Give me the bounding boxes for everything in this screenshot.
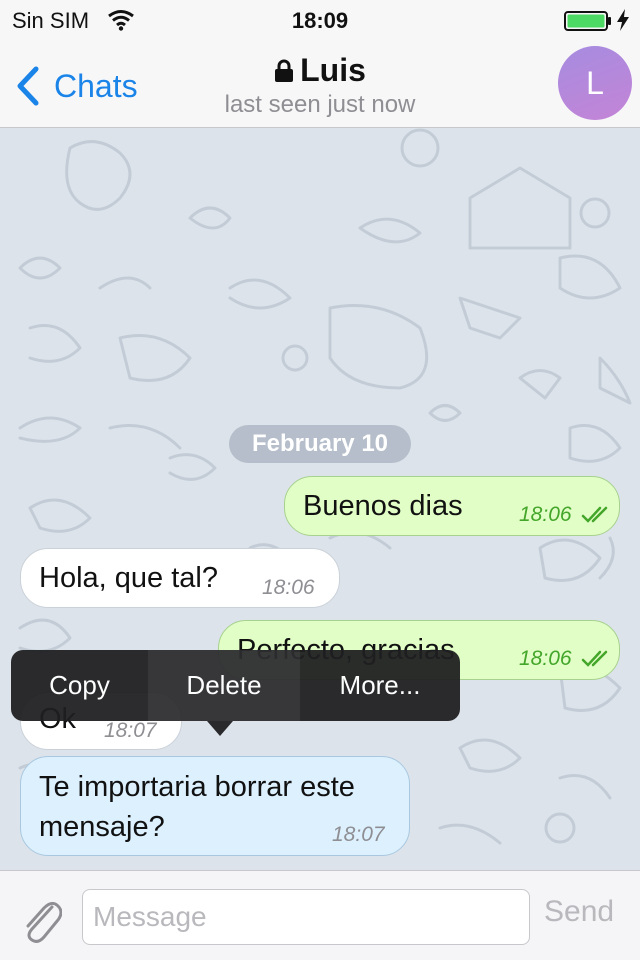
chat-area[interactable]: February 10 Buenos dias 18:06 Hola, que … [0, 128, 640, 870]
back-button[interactable]: Chats [14, 64, 138, 108]
context-menu-delete[interactable]: Delete [148, 650, 300, 721]
lock-icon [275, 59, 294, 82]
nav-bar: Chats Luis last seen just now L [0, 40, 640, 128]
contact-name: Luis [300, 52, 366, 88]
message-time: 18:06 [519, 647, 572, 670]
status-bar: Sin SIM 18:09 [0, 0, 640, 40]
send-button[interactable]: Send [544, 895, 614, 929]
message-text: Buenos dias [303, 490, 463, 522]
context-menu-copy[interactable]: Copy [11, 650, 148, 721]
status-time: 18:09 [291, 8, 349, 33]
chevron-left-icon [17, 66, 39, 106]
message-time: 18:06 [519, 503, 572, 526]
chat-title: Luis [274, 52, 366, 89]
message-time: 18:06 [262, 576, 315, 599]
paperclip-icon[interactable] [18, 893, 62, 943]
message-input[interactable] [82, 889, 530, 945]
charging-bolt-icon [617, 9, 629, 31]
date-separator: February 10 [229, 425, 411, 463]
double-check-icon [581, 650, 608, 667]
message-bubble-outgoing[interactable]: Buenos dias 18:06 [284, 476, 620, 536]
back-button-label: Chats [54, 67, 138, 104]
context-menu-pointer [207, 721, 233, 736]
battery-icon [564, 11, 611, 31]
context-menu-more[interactable]: More... [300, 650, 460, 721]
date-separator-label: February 10 [251, 430, 389, 457]
chat-header[interactable]: Luis last seen just now [170, 52, 470, 119]
message-time: 18:07 [332, 823, 385, 846]
avatar-letter: L [586, 64, 604, 101]
avatar[interactable]: L [558, 46, 632, 120]
double-check-icon [581, 506, 608, 523]
last-seen-status: last seen just now [224, 91, 416, 118]
message-bubble-incoming[interactable]: Hola, que tal? 18:06 [20, 548, 340, 608]
message-time: 18:07 [104, 719, 157, 742]
message-text: Hola, que tal? [39, 562, 218, 594]
context-menu: Copy Delete More... [11, 650, 460, 736]
message-input-bar: Send [0, 870, 640, 960]
message-bubble-selected[interactable]: Te importaria borrar este mensaje? 18:07 [20, 756, 410, 856]
